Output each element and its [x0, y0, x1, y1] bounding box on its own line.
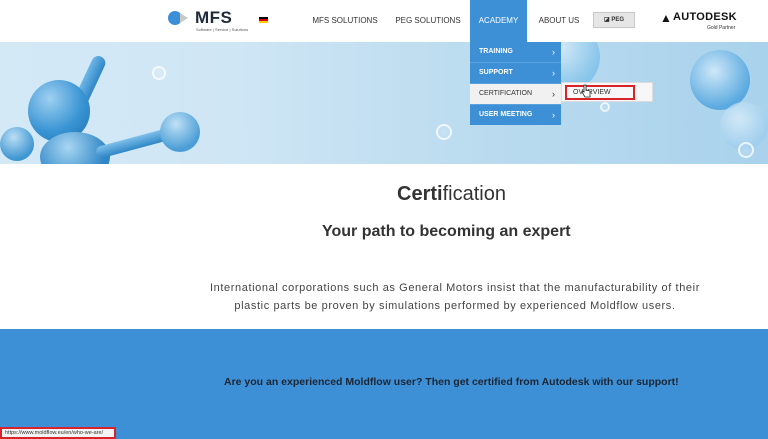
paragraph-line: plastic parts be proven by simulations p… — [234, 300, 676, 312]
nav-mfs-solutions[interactable]: MFS SOLUTIONS — [306, 0, 384, 42]
academy-dropdown: TRAINING › SUPPORT › CERTIFICATION › USE… — [470, 42, 561, 125]
nav-peg-solutions[interactable]: PEG SOLUTIONS — [390, 0, 466, 42]
submenu-item-overview[interactable]: OVERVIEW — [565, 85, 635, 100]
nav-about-us[interactable]: ABOUT US — [533, 0, 585, 42]
chevron-right-icon: › — [552, 47, 555, 57]
molecule-atom — [690, 50, 750, 110]
dropdown-item-label: CERTIFICATION — [479, 90, 533, 97]
peg-button-label: PEG — [611, 17, 624, 23]
autodesk-wordmark: AUTODESK — [673, 11, 737, 23]
bubble — [600, 102, 610, 112]
dropdown-item-label: TRAINING — [479, 48, 513, 55]
dropdown-item-training[interactable]: TRAINING › — [470, 42, 561, 62]
logo-tagline: Software | Service | Solutions — [196, 27, 249, 32]
certification-submenu: OVERVIEW — [561, 82, 653, 102]
mfs-logo[interactable]: MFS Software | Service | Solutions — [168, 8, 258, 33]
chevron-right-icon: › — [552, 89, 555, 99]
nav-academy[interactable]: ACADEMY — [470, 0, 527, 42]
dropdown-item-support[interactable]: SUPPORT › — [470, 63, 561, 83]
cta-text: Are you an experienced Moldflow user? Th… — [224, 376, 679, 388]
dropdown-item-label: USER MEETING — [479, 111, 533, 118]
autodesk-logo[interactable]: ▲ AUTODESK Gold Partner — [660, 10, 740, 34]
molecule-atom — [0, 127, 34, 161]
hero-image — [0, 42, 768, 164]
dropdown-item-user-meeting[interactable]: USER MEETING › — [470, 105, 561, 125]
browser-status-url: https://www.moldflow.eu/en/who-we-are/ — [0, 427, 116, 439]
bubble — [152, 66, 166, 80]
logo-arrow-icon — [180, 13, 188, 23]
intro-paragraph: International corporations such as Gener… — [180, 279, 730, 315]
chevron-right-icon: › — [552, 110, 555, 120]
page: MFS Software | Service | Solutions MFS S… — [0, 0, 768, 439]
chevron-right-icon: › — [552, 68, 555, 78]
bubble — [436, 124, 452, 140]
title-rest: fication — [442, 183, 506, 205]
paragraph-line: International corporations such as Gener… — [210, 282, 700, 294]
page-title: Certification — [0, 183, 768, 209]
bubble — [738, 142, 754, 158]
site-header: MFS Software | Service | Solutions MFS S… — [0, 0, 768, 42]
title-bold: Certi — [397, 183, 443, 205]
dropdown-item-certification[interactable]: CERTIFICATION › — [470, 84, 561, 104]
dropdown-item-label: SUPPORT — [479, 69, 513, 76]
molecule-atom — [160, 112, 200, 152]
page-subtitle: Your path to becoming an expert — [322, 223, 571, 240]
autodesk-mark-icon: ▲ — [660, 11, 672, 25]
peg-button[interactable]: ◪ PEG — [593, 12, 635, 28]
german-flag-icon[interactable] — [259, 17, 268, 23]
hand-cursor-icon — [581, 84, 591, 98]
logo-text: MFS — [195, 8, 233, 27]
gold-partner-label: Gold Partner — [707, 25, 736, 31]
